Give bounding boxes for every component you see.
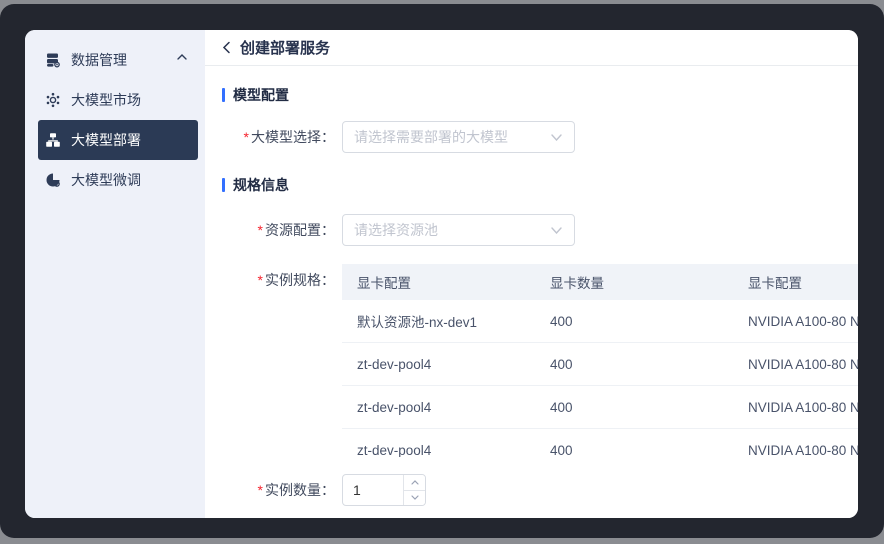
instance-count-input[interactable]: [343, 475, 403, 505]
database-icon: [45, 52, 61, 68]
model-deploy-icon: [45, 132, 61, 148]
instance-spec-label: *实例规格：: [222, 264, 335, 296]
section-spec-info: 规格信息: [222, 177, 858, 193]
pool-cell: zt-dev-pool4: [342, 400, 535, 415]
sidebar-item-label: 大模型市场: [71, 90, 141, 110]
form-content: 模型配置 *大模型选择： 请选择需要部署的大模型 规格信息: [205, 66, 858, 518]
decrement-button[interactable]: [404, 491, 425, 506]
table-row[interactable]: zt-dev-pool4 400 NVIDIA A100-80 NVL: [342, 429, 858, 457]
model-select-row: *大模型选择： 请选择需要部署的大模型: [222, 121, 858, 153]
resource-pool-dropdown[interactable]: 请选择资源池: [342, 214, 575, 246]
column-header: 显卡配置: [342, 272, 535, 292]
model-market-icon: [45, 92, 61, 108]
required-asterisk: *: [258, 482, 263, 498]
required-asterisk: *: [258, 272, 263, 288]
section-title-text: 规格信息: [233, 175, 289, 195]
model-select-label: *大模型选择：: [222, 121, 335, 153]
table-header-row: 显卡配置 显卡数量 显卡配置: [342, 264, 858, 300]
section-title-text: 模型配置: [233, 85, 289, 105]
section-model-config: 模型配置: [222, 87, 858, 103]
instance-spec-row: *实例规格： 显卡配置 显卡数量 显卡配置 默认资源池-nx-dev1 400 …: [222, 264, 858, 457]
chevron-up-icon: [177, 54, 187, 60]
model-select-placeholder: 请选择需要部署的大模型: [354, 127, 508, 147]
sidebar-item-model-deploy[interactable]: 大模型部署: [38, 120, 198, 160]
increment-button[interactable]: [404, 475, 425, 491]
column-header: 显卡配置: [733, 272, 858, 292]
gpu-model-cell: NVIDIA A100-80 NVL: [733, 443, 858, 458]
section-accent-bar: [222, 88, 225, 102]
gpu-count-cell: 400: [535, 443, 733, 458]
resource-pool-placeholder: 请选择资源池: [354, 220, 438, 240]
chevron-down-icon: [551, 134, 562, 141]
main-panel: 创建部署服务 模型配置 *大模型选择： 请选择需要部署的大模型: [205, 30, 858, 518]
gpu-count-cell: 400: [535, 400, 733, 415]
sidebar-item-model-finetune[interactable]: 大模型微调: [38, 160, 198, 200]
table-row[interactable]: zt-dev-pool4 400 NVIDIA A100-80 NVL: [342, 386, 858, 429]
chevron-down-icon: [411, 495, 419, 500]
column-header: 显卡数量: [535, 272, 733, 292]
model-select-dropdown[interactable]: 请选择需要部署的大模型: [342, 121, 575, 153]
gpu-model-cell: NVIDIA A100-80 NVL: [733, 314, 858, 329]
sidebar-item-label: 大模型部署: [71, 130, 141, 150]
pool-cell: zt-dev-pool4: [342, 443, 535, 458]
section-accent-bar: [222, 178, 225, 192]
stepper-controls: [403, 475, 425, 505]
instance-spec-table: 显卡配置 显卡数量 显卡配置 默认资源池-nx-dev1 400 NVIDIA …: [342, 264, 858, 457]
page-header: 创建部署服务: [205, 30, 858, 66]
app-window: 数据管理 大模型市场 大模型部署: [25, 30, 858, 518]
gpu-model-cell: NVIDIA A100-80 NVL: [733, 400, 858, 415]
chevron-up-icon: [411, 480, 419, 485]
pool-cell: zt-dev-pool4: [342, 357, 535, 372]
chevron-left-icon[interactable]: [222, 41, 231, 54]
required-asterisk: *: [244, 129, 249, 145]
table-row[interactable]: 默认资源池-nx-dev1 400 NVIDIA A100-80 NVL: [342, 300, 858, 343]
required-asterisk: *: [258, 222, 263, 238]
gpu-count-cell: 400: [535, 314, 733, 329]
resource-pool-row: *资源配置： 请选择资源池: [222, 214, 858, 246]
pool-cell: 默认资源池-nx-dev1: [342, 311, 535, 331]
sidebar-item-label: 大模型微调: [71, 170, 141, 190]
instance-count-stepper: [342, 474, 426, 506]
sidebar: 数据管理 大模型市场 大模型部署: [25, 30, 205, 518]
gpu-count-cell: 400: [535, 357, 733, 372]
model-finetune-icon: [45, 172, 61, 188]
sidebar-item-data-management[interactable]: 数据管理: [38, 40, 198, 80]
instance-count-label: *实例数量：: [222, 474, 335, 506]
page-title: 创建部署服务: [240, 37, 330, 58]
instance-count-row: *实例数量：: [222, 474, 858, 506]
sidebar-item-model-market[interactable]: 大模型市场: [38, 80, 198, 120]
table-row[interactable]: zt-dev-pool4 400 NVIDIA A100-80 NVL: [342, 343, 858, 386]
gpu-model-cell: NVIDIA A100-80 NVL: [733, 357, 858, 372]
chevron-down-icon: [551, 227, 562, 234]
sidebar-item-label: 数据管理: [71, 50, 127, 70]
resource-pool-label: *资源配置：: [222, 214, 335, 246]
